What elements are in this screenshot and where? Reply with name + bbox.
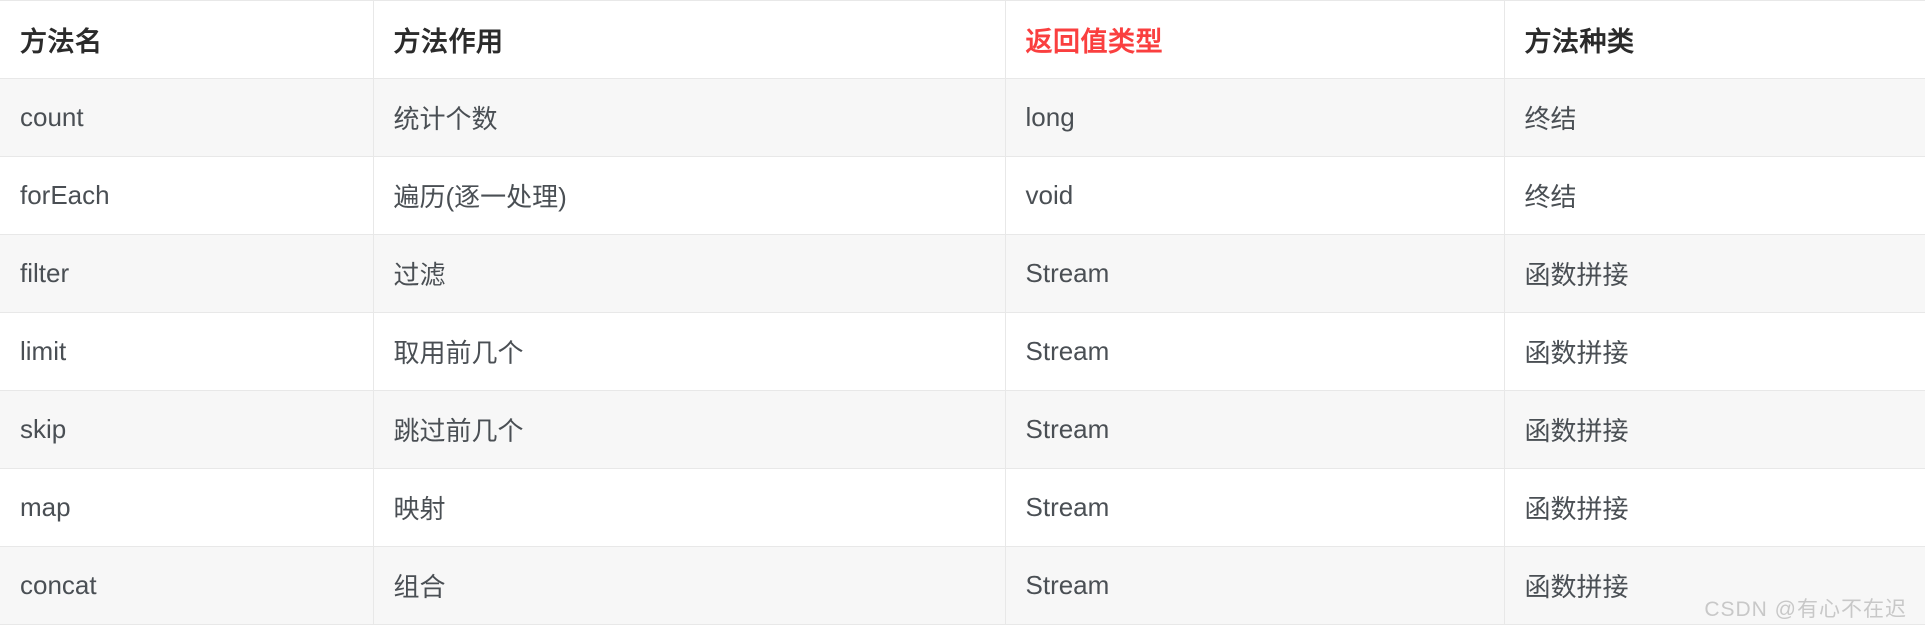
cell-method-kind: 终结 [1504, 78, 1925, 157]
cell-method-name: filter [0, 234, 374, 313]
table-row: count 统计个数 long 终结 [0, 78, 1925, 157]
cell-method-kind: 函数拼接 [1504, 234, 1925, 313]
cell-return-type: Stream [1005, 546, 1505, 625]
table-row: forEach 遍历(逐一处理) void 终结 [0, 156, 1925, 235]
cell-purpose: 跳过前几个 [373, 390, 1006, 469]
cell-method-kind: 函数拼接 [1504, 546, 1925, 625]
table-row: skip 跳过前几个 Stream 函数拼接 [0, 390, 1925, 469]
cell-method-kind: 函数拼接 [1504, 390, 1925, 469]
cell-return-type: Stream [1005, 390, 1505, 469]
stream-method-table: 方法名 方法作用 返回值类型 方法种类 count 统计个数 long 终结 f… [0, 0, 1925, 625]
cell-purpose: 统计个数 [373, 78, 1006, 157]
table-body: count 统计个数 long 终结 forEach 遍历(逐一处理) void… [0, 78, 1925, 625]
column-header-return-type: 返回值类型 [1005, 0, 1505, 79]
cell-purpose: 取用前几个 [373, 312, 1006, 391]
cell-return-type: Stream [1005, 468, 1505, 547]
cell-purpose: 映射 [373, 468, 1006, 547]
table-row: limit 取用前几个 Stream 函数拼接 [0, 312, 1925, 391]
table-header: 方法名 方法作用 返回值类型 方法种类 [0, 0, 1925, 79]
table-row: concat 组合 Stream 函数拼接 [0, 546, 1925, 625]
column-header-method-kind: 方法种类 [1504, 0, 1925, 79]
cell-purpose: 组合 [373, 546, 1006, 625]
cell-method-name: skip [0, 390, 374, 469]
cell-method-kind: 函数拼接 [1504, 312, 1925, 391]
column-header-method-purpose: 方法作用 [373, 0, 1006, 79]
column-header-method-name: 方法名 [0, 0, 374, 79]
cell-return-type: void [1005, 156, 1505, 235]
page-root: 方法名 方法作用 返回值类型 方法种类 count 统计个数 long 终结 f… [0, 0, 1925, 631]
table-row: filter 过滤 Stream 函数拼接 [0, 234, 1925, 313]
cell-purpose: 遍历(逐一处理) [373, 156, 1006, 235]
table-row: map 映射 Stream 函数拼接 [0, 468, 1925, 547]
cell-method-name: concat [0, 546, 374, 625]
cell-purpose: 过滤 [373, 234, 1006, 313]
cell-return-type: long [1005, 78, 1505, 157]
cell-method-name: forEach [0, 156, 374, 235]
cell-method-kind: 函数拼接 [1504, 468, 1925, 547]
table-header-row: 方法名 方法作用 返回值类型 方法种类 [0, 0, 1925, 79]
cell-method-kind: 终结 [1504, 156, 1925, 235]
cell-method-name: map [0, 468, 374, 547]
cell-method-name: count [0, 78, 374, 157]
cell-method-name: limit [0, 312, 374, 391]
cell-return-type: Stream [1005, 312, 1505, 391]
cell-return-type: Stream [1005, 234, 1505, 313]
